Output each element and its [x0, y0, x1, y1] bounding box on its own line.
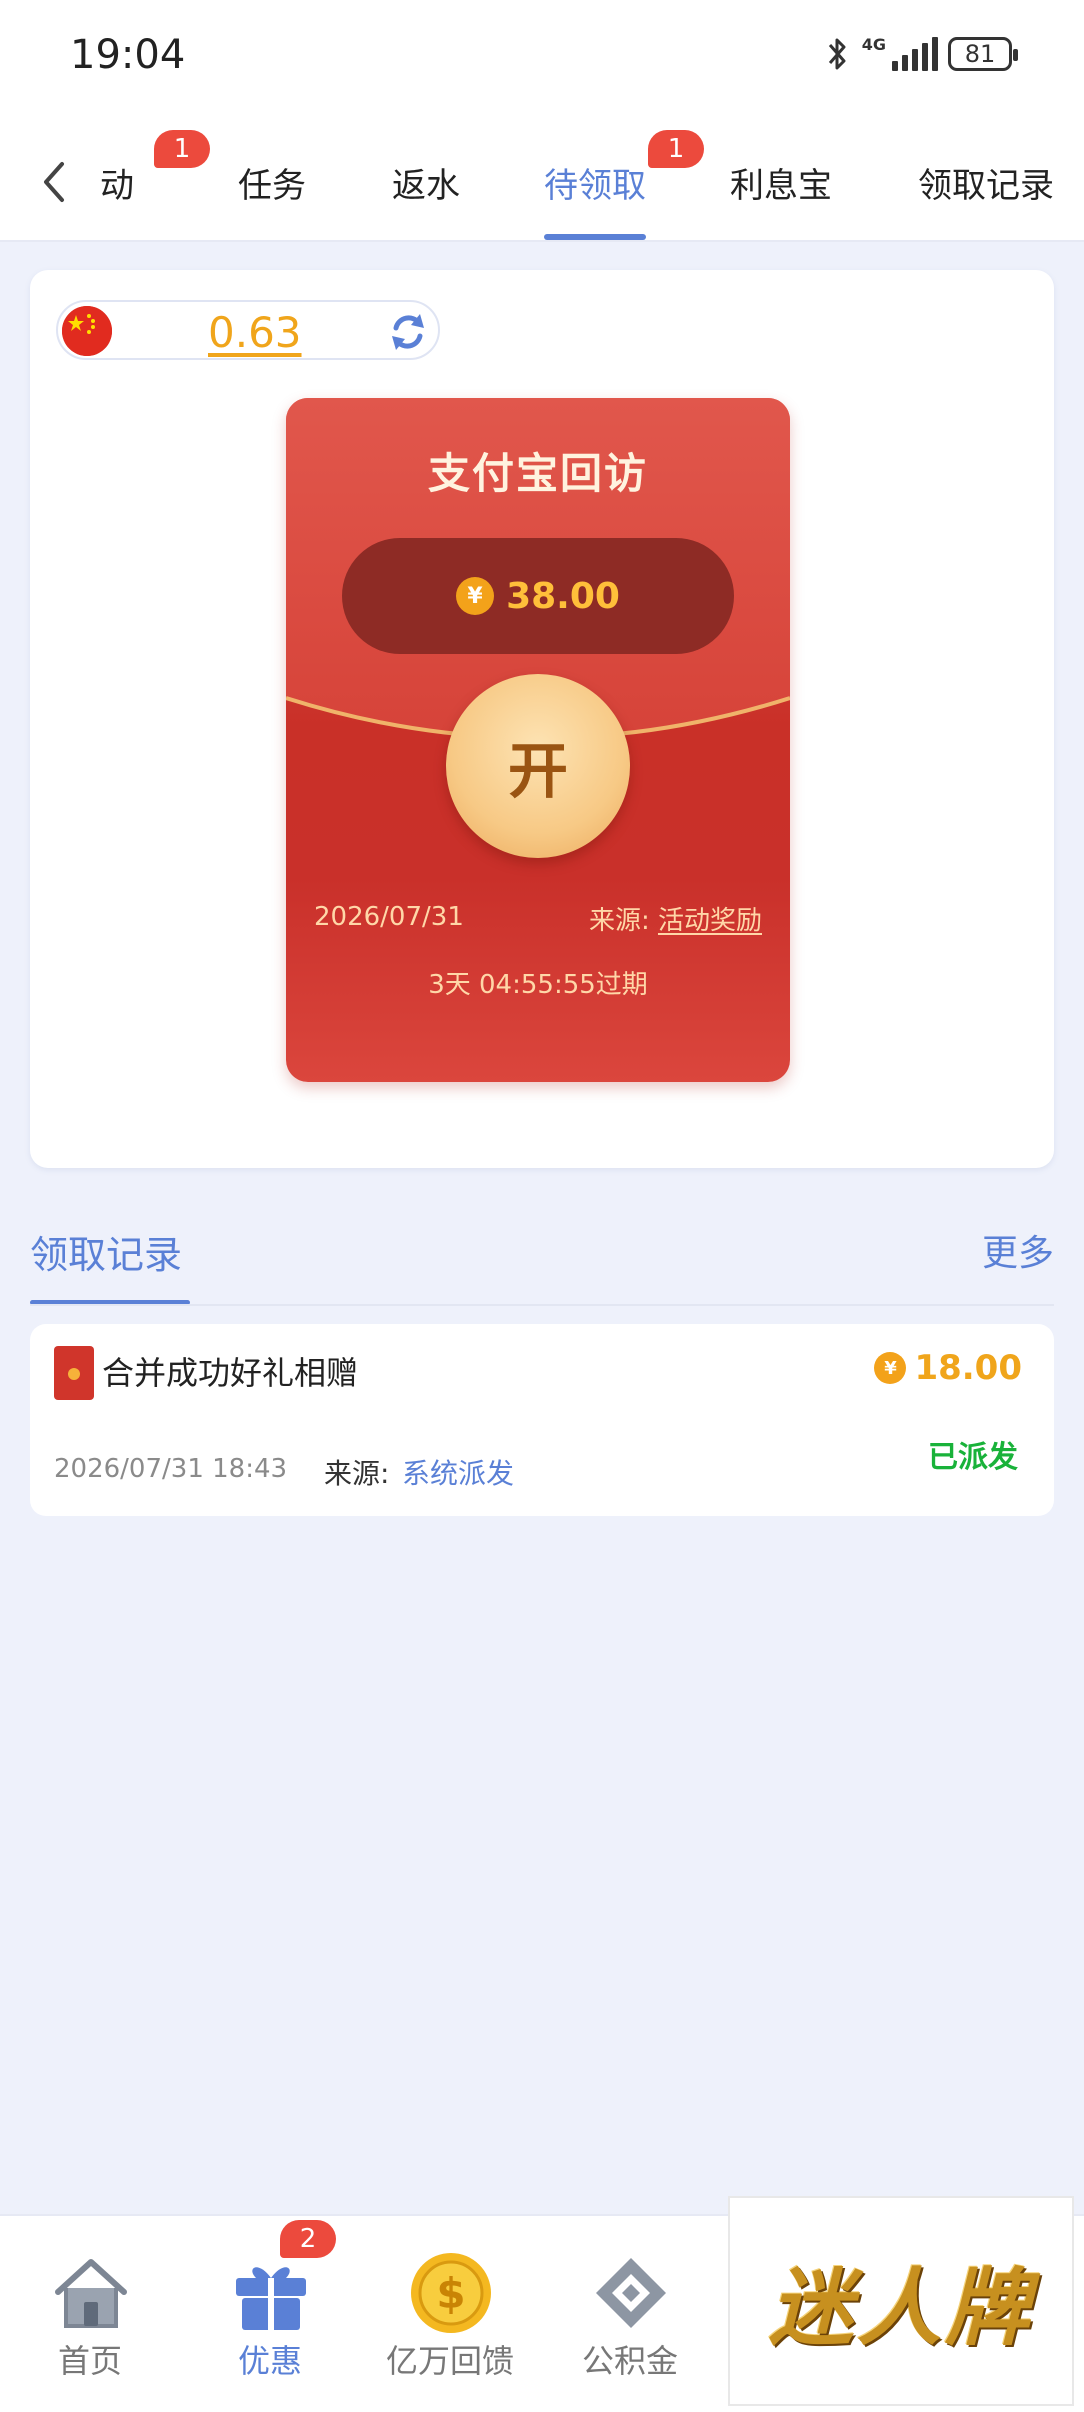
home-icon — [55, 2259, 127, 2328]
nav-home[interactable]: 首页 — [0, 2216, 180, 2412]
tab-pending-badge: 1 — [648, 130, 704, 168]
tab-claim-history[interactable]: 领取记录 — [918, 158, 1054, 207]
refresh-icon[interactable] — [382, 306, 434, 358]
nav-offers[interactable]: 2 优惠 — [180, 2216, 360, 2412]
status-bar: 19:04 4G 81 — [0, 0, 1084, 116]
envelope-source-label: 来源: — [588, 906, 650, 936]
red-envelope[interactable]: 支付宝回访 ¥ 38.00 开 2026/07/31 来源: 活动奖励 3天 0… — [286, 398, 790, 1082]
signal-icon: 4G — [862, 37, 938, 71]
nav-home-label: 首页 — [57, 2342, 122, 2380]
nav-rewards-label: 亿万回馈 — [385, 2342, 514, 2380]
record-title: 合并成功好礼相赠 — [102, 1354, 359, 1392]
open-envelope-button[interactable]: 开 — [446, 674, 630, 858]
red-envelope-icon — [54, 1346, 94, 1400]
tab-interest[interactable]: 利息宝 — [730, 158, 832, 207]
nav-fund[interactable]: 公积金 — [540, 2216, 720, 2412]
tab-activity-clip: 活动 — [100, 116, 160, 242]
nav-fund-label: 公积金 — [581, 2342, 678, 2380]
envelope-amount-pill: ¥ 38.00 — [342, 538, 734, 654]
battery-level: 81 — [964, 40, 996, 68]
nav-offers-label: 优惠 — [237, 2342, 302, 2380]
records-title[interactable]: 领取记录 — [30, 1224, 182, 1279]
tab-activity-badge: 1 — [154, 130, 210, 168]
envelope-title: 支付宝回访 — [427, 449, 648, 498]
status-icons: 4G 81 — [824, 34, 1018, 74]
tab-pending[interactable]: 待领取 — [544, 158, 646, 207]
battery-icon: 81 — [948, 37, 1018, 71]
records-divider — [30, 1304, 1054, 1306]
brand-logo-text: 迷人牌 — [768, 2257, 1033, 2357]
gift-icon — [236, 2267, 306, 2330]
brand-watermark: 迷人牌 — [728, 2196, 1074, 2406]
top-tab-bar: 活动 1 任务 返水 待领取 1 利息宝 领取记录 — [0, 116, 1084, 242]
back-arrow-icon[interactable] — [34, 152, 74, 212]
record-source-label: 来源: — [324, 1457, 390, 1490]
envelope-expire-countdown: 3天 04:55:55过期 — [428, 970, 648, 1000]
status-time: 19:04 — [70, 32, 186, 78]
active-tab-indicator — [544, 234, 646, 240]
record-amount-group: ¥ 18.00 — [874, 1348, 1022, 1388]
yuan-coin-icon: ¥ — [456, 577, 495, 615]
balance-value[interactable]: 0.63 — [208, 308, 302, 357]
bluetooth-icon — [828, 38, 846, 70]
balance-pill: 0.63 — [56, 300, 440, 360]
envelope-amount: 38.00 — [506, 575, 620, 617]
tab-rebate[interactable]: 返水 — [392, 158, 460, 207]
china-flag-icon — [62, 306, 112, 356]
record-item[interactable]: 合并成功好礼相赠 ¥ 18.00 已派发 2026/07/31 18:43 来源… — [30, 1324, 1054, 1516]
dollar-coin-icon: $ — [411, 2253, 491, 2333]
svg-text:$: $ — [436, 2269, 465, 2318]
record-amount: 18.00 — [914, 1348, 1022, 1388]
yuan-coin-icon: ¥ — [874, 1352, 907, 1384]
records-header: 领取记录 更多 — [0, 1210, 1084, 1306]
nav-offers-badge: 2 — [280, 2220, 336, 2258]
record-status-badge: 已派发 — [928, 1440, 1018, 1475]
network-label: 4G — [861, 35, 886, 54]
fund-icon — [596, 2258, 666, 2328]
tab-activity[interactable]: 活动 — [100, 158, 134, 207]
envelope-source: 来源: 活动奖励 — [589, 900, 762, 937]
envelope-source-link[interactable]: 活动奖励 — [658, 906, 762, 936]
tab-tasks[interactable]: 任务 — [238, 158, 306, 207]
nav-rewards[interactable]: $ 亿万回馈 — [360, 2216, 540, 2412]
record-datetime: 2026/07/31 18:43 — [54, 1454, 288, 1484]
record-source-value: 系统派发 — [402, 1457, 515, 1490]
records-more-link[interactable]: 更多 — [982, 1224, 1054, 1276]
envelope-date: 2026/07/31 — [314, 902, 464, 932]
